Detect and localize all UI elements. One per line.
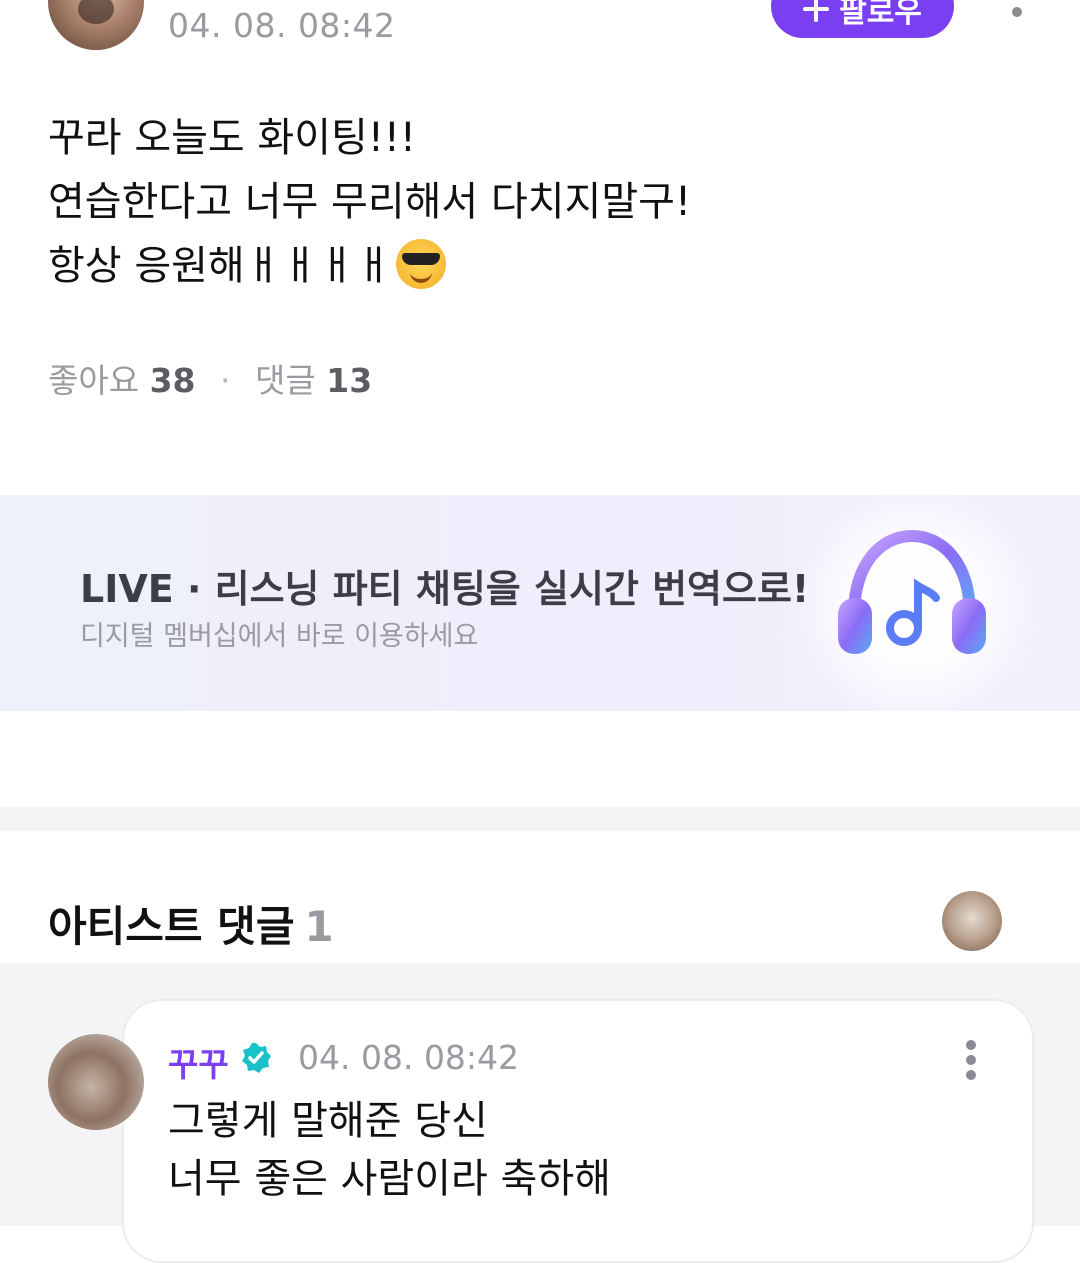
comment-more-icon[interactable] xyxy=(960,1040,982,1080)
banner-subtitle: 디지털 멤버십에서 바로 이용하세요 xyxy=(80,621,479,652)
likes-label[interactable]: 좋아요 xyxy=(48,361,139,400)
post-stats: 좋아요 38 · 댓글 13 xyxy=(48,354,372,402)
post-line-3-wrap: 항상 응원해ㅐㅐㅐㅐ xyxy=(48,234,691,298)
post-more-icon[interactable] xyxy=(1006,0,1028,30)
post-line-1: 꾸라 오늘도 화이팅!!! xyxy=(48,115,416,161)
verified-badge-icon xyxy=(242,1043,271,1073)
likes-count: 38 xyxy=(149,361,196,400)
plus-icon xyxy=(803,0,830,22)
stats-separator: · xyxy=(220,361,231,400)
artist-comments-title: 아티스트 댓글 xyxy=(48,902,295,951)
comment-line-1: 그렇게 말해준 당신 xyxy=(168,1098,488,1144)
artist-avatar-small[interactable] xyxy=(942,891,1002,951)
post-body: 꾸라 오늘도 화이팅!!! 연습한다고 너무 무리해서 다치지말구! 항상 응원… xyxy=(48,106,691,298)
follow-button[interactable]: 팔로우 xyxy=(771,0,954,38)
comment-line-2: 너무 좋은 사람이라 축하해 xyxy=(168,1156,611,1202)
post-line-3: 항상 응원해ㅐㅐㅐㅐ xyxy=(48,243,392,289)
author-avatar[interactable] xyxy=(48,0,144,50)
headphones-music-icon xyxy=(838,529,986,654)
comment-body: 그렇게 말해준 당신 너무 좋은 사람이라 축하해 xyxy=(168,1092,611,1208)
comment-date: 04. 08. 08:42 xyxy=(298,1038,520,1077)
artist-comments-count: 1 xyxy=(304,902,334,951)
banner-title: LIVE · 리스닝 파티 채팅을 실시간 번역으로! xyxy=(80,567,810,611)
follow-button-label: 팔로우 xyxy=(839,0,922,30)
section-divider xyxy=(0,807,1080,831)
sunglasses-emoji-icon xyxy=(395,239,446,289)
comments-label[interactable]: 댓글 xyxy=(255,361,316,400)
post-date: 04. 08. 08:42 xyxy=(168,6,396,45)
post-line-2: 연습한다고 너무 무리해서 다치지말구! xyxy=(48,179,691,225)
comments-count: 13 xyxy=(326,361,373,400)
commenter-avatar[interactable] xyxy=(48,1034,144,1130)
artist-comments-header: 아티스트 댓글 1 xyxy=(48,893,334,954)
commenter-name[interactable]: 꾸꾸 xyxy=(168,1038,229,1086)
